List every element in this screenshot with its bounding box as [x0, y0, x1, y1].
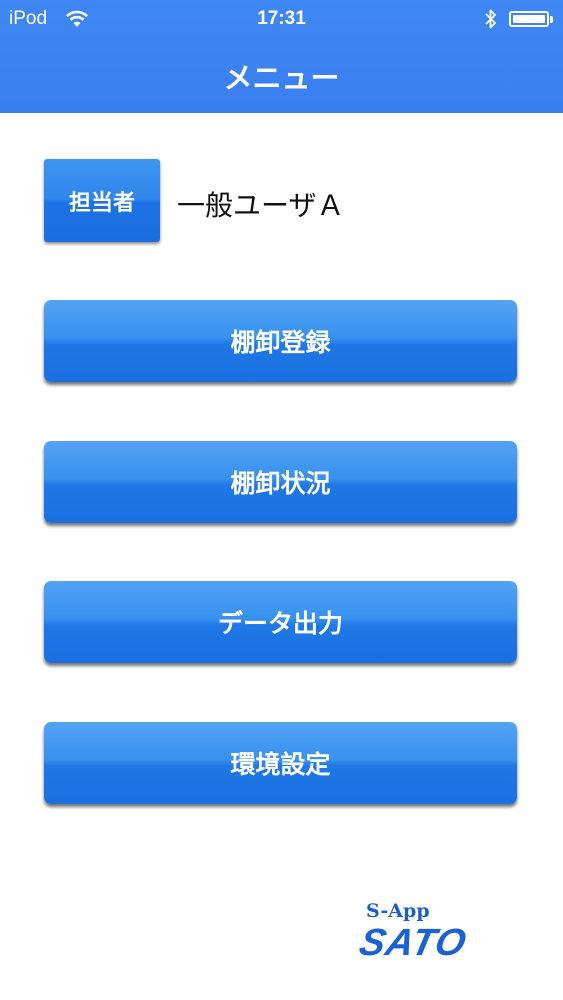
inventory-register-button[interactable]: 棚卸登録	[44, 300, 517, 382]
settings-button[interactable]: 環境設定	[44, 722, 517, 804]
inventory-status-button[interactable]: 棚卸状況	[44, 441, 517, 523]
user-name: 一般ユーザＡ	[177, 189, 345, 222]
navigation-bar: iPod 17:31 メニュー	[0, 0, 563, 113]
status-bar: iPod 17:31	[0, 0, 563, 38]
sato-logo: S-App SATO	[356, 900, 535, 970]
data-export-button[interactable]: データ出力	[44, 581, 517, 663]
bluetooth-icon	[485, 9, 496, 29]
logo-line2: SATO	[355, 922, 471, 964]
status-time: 17:31	[257, 8, 306, 29]
battery-tip	[550, 16, 553, 23]
battery-icon	[509, 11, 549, 27]
user-select-button[interactable]: 担当者	[44, 159, 160, 242]
logo-line1: S-App	[366, 900, 430, 922]
page-title: メニュー	[223, 61, 340, 95]
